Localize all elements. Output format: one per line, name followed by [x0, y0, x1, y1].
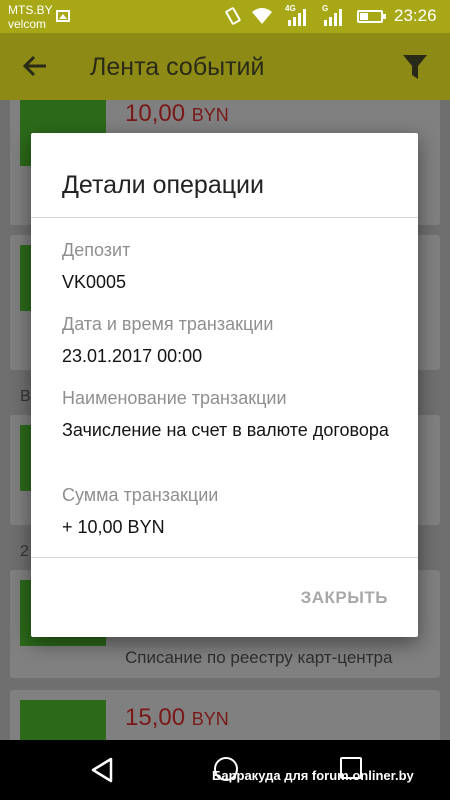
dialog-title: Детали операции [62, 171, 264, 199]
carrier-secondary: velcom [8, 17, 47, 31]
signal-icon-2 [324, 9, 342, 26]
vibrate-icon [224, 6, 242, 26]
wifi-icon [252, 8, 272, 24]
carrier-label: MTS.BY velcom [8, 3, 53, 31]
event-description: Списание по реестру карт-центра [125, 648, 393, 667]
transaction-details-dialog: Детали операции Депозит VK0005 Дата и вр… [31, 133, 418, 637]
section-date-label: 2 [20, 543, 29, 560]
image-notification-icon [56, 10, 70, 22]
event-amount-currency: BYN [191, 105, 229, 125]
event-amount-value: 15,00 [125, 704, 186, 731]
datetime-value: 23.01.2017 00:00 [62, 346, 203, 366]
close-button[interactable]: ЗАКРЫТЬ [301, 588, 388, 608]
status-bar: MTS.BY velcom 4G G 23:26 [0, 0, 450, 33]
dialog-divider [31, 557, 418, 558]
back-arrow-icon[interactable] [22, 53, 48, 79]
transaction-amount-value: + 10,00 BYN [62, 517, 165, 537]
battery-icon [357, 10, 386, 23]
datetime-label: Дата и время транзакции [62, 314, 274, 334]
deposit-label: Депозит [62, 240, 131, 260]
page-title: Лента событий [90, 53, 265, 81]
event-amount-currency: BYN [191, 709, 229, 729]
section-date-label: В [20, 388, 31, 405]
nav-back-icon[interactable] [90, 757, 114, 783]
filter-icon[interactable] [402, 53, 428, 81]
clock: 23:26 [394, 6, 437, 25]
transaction-name-value: Зачисление на счет в валюте договора [62, 420, 389, 440]
event-thumbnail [20, 700, 106, 740]
app-bar: Лента событий [0, 33, 450, 100]
system-nav-bar: Барракуда для forum.onliner.by [0, 740, 450, 800]
deposit-value: VK0005 [62, 272, 127, 292]
watermark-text: Барракуда для forum.onliner.by [212, 768, 414, 783]
carrier-primary: MTS.BY [8, 3, 53, 17]
event-card[interactable]: 15,00 BYN [10, 690, 440, 740]
event-amount: 15,00 BYN [125, 704, 229, 732]
transaction-amount-label: Сумма транзакции [62, 485, 219, 505]
dialog-divider [31, 217, 418, 218]
transaction-name-label: Наименование транзакции [62, 388, 287, 408]
signal-icon [288, 9, 306, 26]
event-amount: 10,00 BYN [125, 100, 229, 128]
event-amount-value: 10,00 [125, 100, 186, 127]
